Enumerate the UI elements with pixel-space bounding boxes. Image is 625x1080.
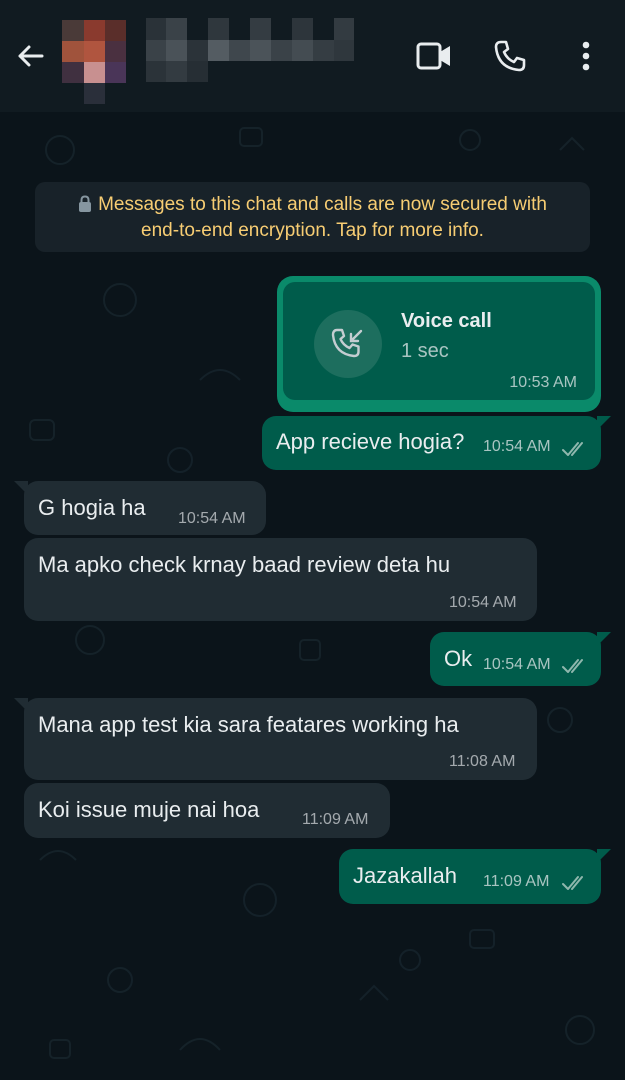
message-text: Koi issue muje nai hoa [38,797,260,822]
contact-avatar[interactable] [62,20,126,104]
message-time: 11:09 AM [483,873,550,890]
encryption-notice[interactable]: Messages to this chat and calls are now … [35,182,590,252]
message-time: 10:54 AM [449,594,517,611]
read-receipt-icon [562,438,588,464]
message-time: 10:54 AM [178,510,246,527]
back-button[interactable] [8,36,52,80]
message-bubble-outgoing[interactable]: Jazakallah 11:09 AM [339,849,611,904]
voice-call-button[interactable] [486,34,534,82]
message-bubble-outgoing[interactable]: Ok 10:54 AM [430,632,611,686]
more-vertical-icon [581,40,591,77]
arrow-left-icon [15,41,45,76]
message-bubble-incoming[interactable]: Ma apko check krnay baad review deta hu … [24,538,537,621]
message-time: 11:08 AM [449,753,516,770]
message-time: 10:53 AM [509,374,577,391]
video-camera-icon [414,40,454,77]
message-bubble-incoming[interactable]: G hogia ha 10:54 AM [14,481,266,535]
phone-icon [493,39,527,78]
message-bubble-incoming[interactable]: Koi issue muje nai hoa 11:09 AM [24,783,390,838]
encryption-notice-line1: Messages to this chat and calls are now … [98,194,547,215]
message-time: 10:54 AM [483,438,551,455]
contact-name[interactable] [146,18,356,82]
message-text: Jazakallah [353,863,457,888]
read-receipt-icon [562,655,588,681]
message-bubble-incoming[interactable]: Mana app test kia sara featares working … [14,698,537,780]
message-text: Mana app test kia sara featares working … [38,712,459,737]
encryption-notice-line2: end-to-end encryption. Tap for more info… [141,220,484,241]
read-receipt-icon [562,872,588,898]
chat-header [0,0,625,112]
lock-icon [78,195,92,219]
video-call-button[interactable] [410,34,458,82]
message-time: 10:54 AM [483,656,551,673]
message-text: App recieve hogia? [276,429,465,454]
incoming-call-icon [314,310,382,378]
message-text: Ma apko check krnay baad review deta hu [38,552,451,577]
more-options-button[interactable] [562,34,610,82]
message-text: G hogia ha [38,495,146,520]
voice-call-message[interactable]: Voice call 1 sec 10:53 AM [277,276,601,412]
voice-call-title: Voice call [401,310,492,332]
message-bubble-outgoing[interactable]: App recieve hogia? 10:54 AM [262,416,611,470]
message-time: 11:09 AM [302,811,369,828]
message-text: Ok [444,646,473,671]
voice-call-duration: 1 sec [401,340,449,362]
